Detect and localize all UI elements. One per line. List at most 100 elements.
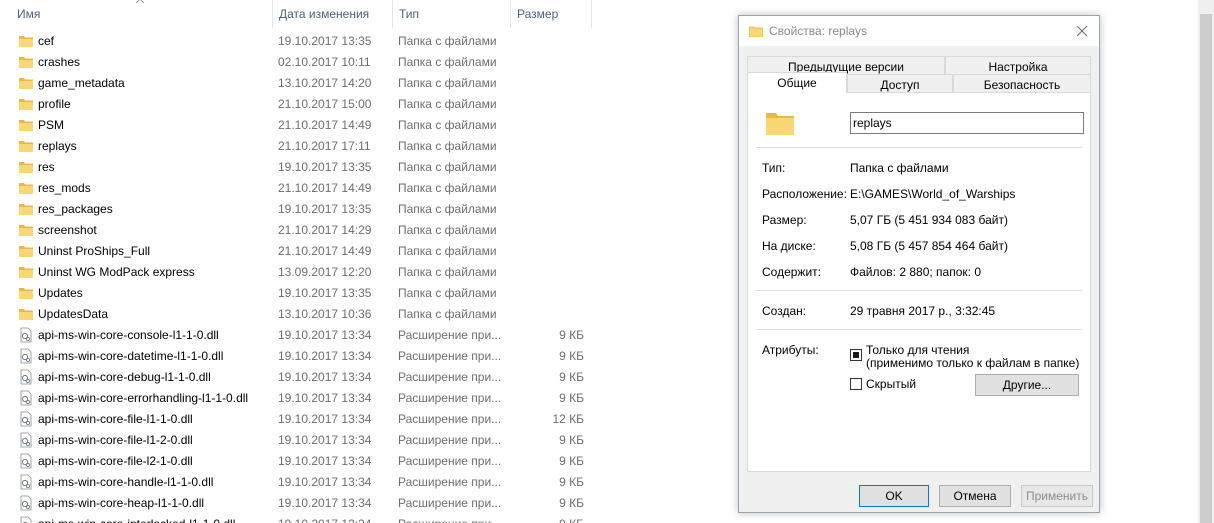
file-size: 9 КБ: [559, 433, 584, 447]
file-row[interactable]: api-ms-win-core-datetime-l1-1-0.dll 19.10…: [0, 346, 700, 367]
file-row[interactable]: api-ms-win-core-file-l2-1-0.dll 19.10.201…: [0, 451, 700, 472]
file-type: Расширение при...: [398, 349, 502, 363]
file-name: Updates: [38, 286, 83, 300]
file-type: Папка с файлами: [398, 76, 497, 90]
file-date: 19.10.2017 13:34: [278, 370, 372, 384]
file-row[interactable]: api-ms-win-core-interlocked-l1-1-0.dll 19…: [0, 514, 700, 523]
location-value: E:\GAMES\World_of_Warships: [850, 187, 1016, 201]
file-row[interactable]: api-ms-win-core-debug-l1-1-0.dll 19.10.20…: [0, 367, 700, 388]
tab-general[interactable]: Общие: [747, 72, 847, 93]
tab-security[interactable]: Безопасность: [953, 74, 1091, 94]
vertical-scrollbar[interactable]: [1198, 0, 1214, 523]
file-name: cef: [38, 34, 55, 48]
file-date: 19.10.2017 13:34: [278, 328, 372, 342]
size-label: Размер:: [762, 213, 807, 227]
file-row[interactable]: api-ms-win-core-handle-l1-1-0.dll 19.10.2…: [0, 472, 700, 493]
file-type: Расширение при...: [398, 517, 501, 523]
file-name: api-ms-win-core-file-l1-2-0.dll: [38, 433, 193, 447]
file-type: Расширение при...: [398, 454, 502, 468]
file-size: 9 КБ: [559, 496, 584, 510]
file-row[interactable]: cef 19.10.2017 13:35 Папка с файлами: [0, 31, 700, 52]
separator: [756, 290, 1082, 291]
file-row[interactable]: Uninst WG ModPack express 13.09.2017 12:2…: [0, 262, 700, 283]
readonly-checkbox[interactable]: [850, 349, 862, 361]
file-name: UpdatesData: [38, 307, 109, 321]
file-size: 9 КБ: [559, 391, 584, 405]
file-date: 19.10.2017 13:34: [278, 349, 372, 363]
folder-icon: [19, 288, 33, 299]
file-date: 19.10.2017 13:34: [278, 391, 372, 405]
file-name: api-ms-win-core-interlocked-l1-1-0.dll: [38, 517, 235, 523]
file-row[interactable]: crashes 02.10.2017 10:11 Папка с файлами: [0, 52, 700, 73]
close-icon: [1076, 25, 1088, 37]
apply-button[interactable]: Применить: [1021, 485, 1093, 507]
cancel-button[interactable]: Отмена: [939, 485, 1011, 507]
file-name: api-ms-win-core-file-l1-1-0.dll: [38, 412, 193, 426]
folder-icon: [19, 162, 33, 173]
file-name: PSM: [38, 118, 65, 132]
file-size: 9 КБ: [559, 370, 584, 384]
file-type: Расширение при...: [398, 412, 502, 426]
file-row[interactable]: api-ms-win-core-file-l1-2-0.dll 19.10.201…: [0, 430, 700, 451]
contains-label: Содержит:: [762, 265, 821, 279]
file-type: Папка с файлами: [398, 307, 497, 321]
file-row[interactable]: api-ms-win-core-console-l1-1-0.dll 19.10.…: [0, 325, 700, 346]
file-name: game_metadata: [38, 76, 125, 90]
file-row[interactable]: res_packages 19.10.2017 13:35 Папка с файл…: [0, 199, 700, 220]
tab-sharing[interactable]: Доступ: [847, 74, 953, 94]
ok-button[interactable]: OK: [859, 485, 929, 507]
dll-file-icon: [20, 390, 32, 406]
scrollbar-thumb[interactable]: [1200, 14, 1212, 523]
other-attributes-button[interactable]: Другие...: [975, 374, 1079, 396]
file-date: 21.10.2017 14:49: [278, 118, 372, 132]
file-type: Папка с файлами: [398, 97, 497, 111]
file-row[interactable]: api-ms-win-core-heap-l1-1-0.dll 19.10.201…: [0, 493, 700, 514]
separator: [756, 147, 1082, 148]
file-size: 9 КБ: [559, 517, 584, 523]
file-row[interactable]: screenshot 21.10.2017 14:29 Папка с файлам…: [0, 220, 700, 241]
file-date: 21.10.2017 15:00: [278, 97, 372, 111]
file-date: 19.10.2017 13:35: [278, 286, 372, 300]
file-type: Папка с файлами: [398, 286, 497, 300]
folder-icon: [19, 204, 33, 215]
file-row[interactable]: Uninst ProShips_Full 21.10.2017 14:49 Папк…: [0, 241, 700, 262]
file-row[interactable]: Updates 19.10.2017 13:35 Папка с файлами: [0, 283, 700, 304]
file-row[interactable]: res 19.10.2017 13:35 Папка с файлами: [0, 157, 700, 178]
file-row[interactable]: game_metadata 13.10.2017 14:20 Папка с фай…: [0, 73, 700, 94]
file-date: 19.10.2017 13:34: [278, 454, 372, 468]
file-date: 02.10.2017 10:11: [278, 55, 371, 69]
file-name: res: [38, 160, 55, 174]
created-label: Создан:: [762, 304, 807, 318]
column-header-type[interactable]: Тип: [393, 0, 511, 28]
file-row[interactable]: api-ms-win-core-file-l1-1-0.dll 19.10.201…: [0, 409, 700, 430]
dll-file-icon: [20, 411, 32, 427]
file-row[interactable]: api-ms-win-core-errorhandling-l1-1-0.dll…: [0, 388, 700, 409]
properties-dialog: Свойства: replays Предыдущие версии Наст…: [738, 15, 1100, 513]
file-type: Папка с файлами: [398, 202, 497, 216]
file-row[interactable]: profile 21.10.2017 15:00 Папка с файлами: [0, 94, 700, 115]
column-header-name[interactable]: Имя: [11, 0, 273, 28]
file-type: Папка с файлами: [398, 223, 497, 237]
close-button[interactable]: [1065, 16, 1099, 46]
hidden-checkbox[interactable]: [850, 378, 862, 390]
file-row[interactable]: UpdatesData 13.10.2017 10:36 Папка с файла…: [0, 304, 700, 325]
file-row[interactable]: replays 21.10.2017 17:11 Папка с файлами: [0, 136, 700, 157]
column-header-date[interactable]: Дата изменения: [273, 0, 393, 28]
tab-customize[interactable]: Настройка: [945, 56, 1091, 76]
file-name: Uninst ProShips_Full: [38, 244, 151, 258]
folder-name-input[interactable]: [850, 112, 1084, 134]
folder-icon: [19, 57, 33, 68]
folder-icon: [19, 141, 33, 152]
file-date: 21.10.2017 17:11: [278, 139, 371, 153]
file-date: 19.10.2017 13:34: [278, 412, 372, 426]
file-row[interactable]: PSM 21.10.2017 14:49 Папка с файлами: [0, 115, 700, 136]
file-type: Папка с файлами: [398, 244, 497, 258]
file-name: crashes: [38, 55, 81, 69]
file-name: res_packages: [38, 202, 113, 216]
file-row[interactable]: res_mods 21.10.2017 14:49 Папка с файлами: [0, 178, 700, 199]
file-name: api-ms-win-core-handle-l1-1-0.dll: [38, 475, 214, 489]
file-name: api-ms-win-core-console-l1-1-0.dll: [38, 328, 219, 342]
column-header-size[interactable]: Размер: [511, 0, 592, 28]
created-value: 29 травня 2017 р., 3:32:45: [850, 304, 996, 318]
dll-file-icon: [20, 369, 32, 385]
